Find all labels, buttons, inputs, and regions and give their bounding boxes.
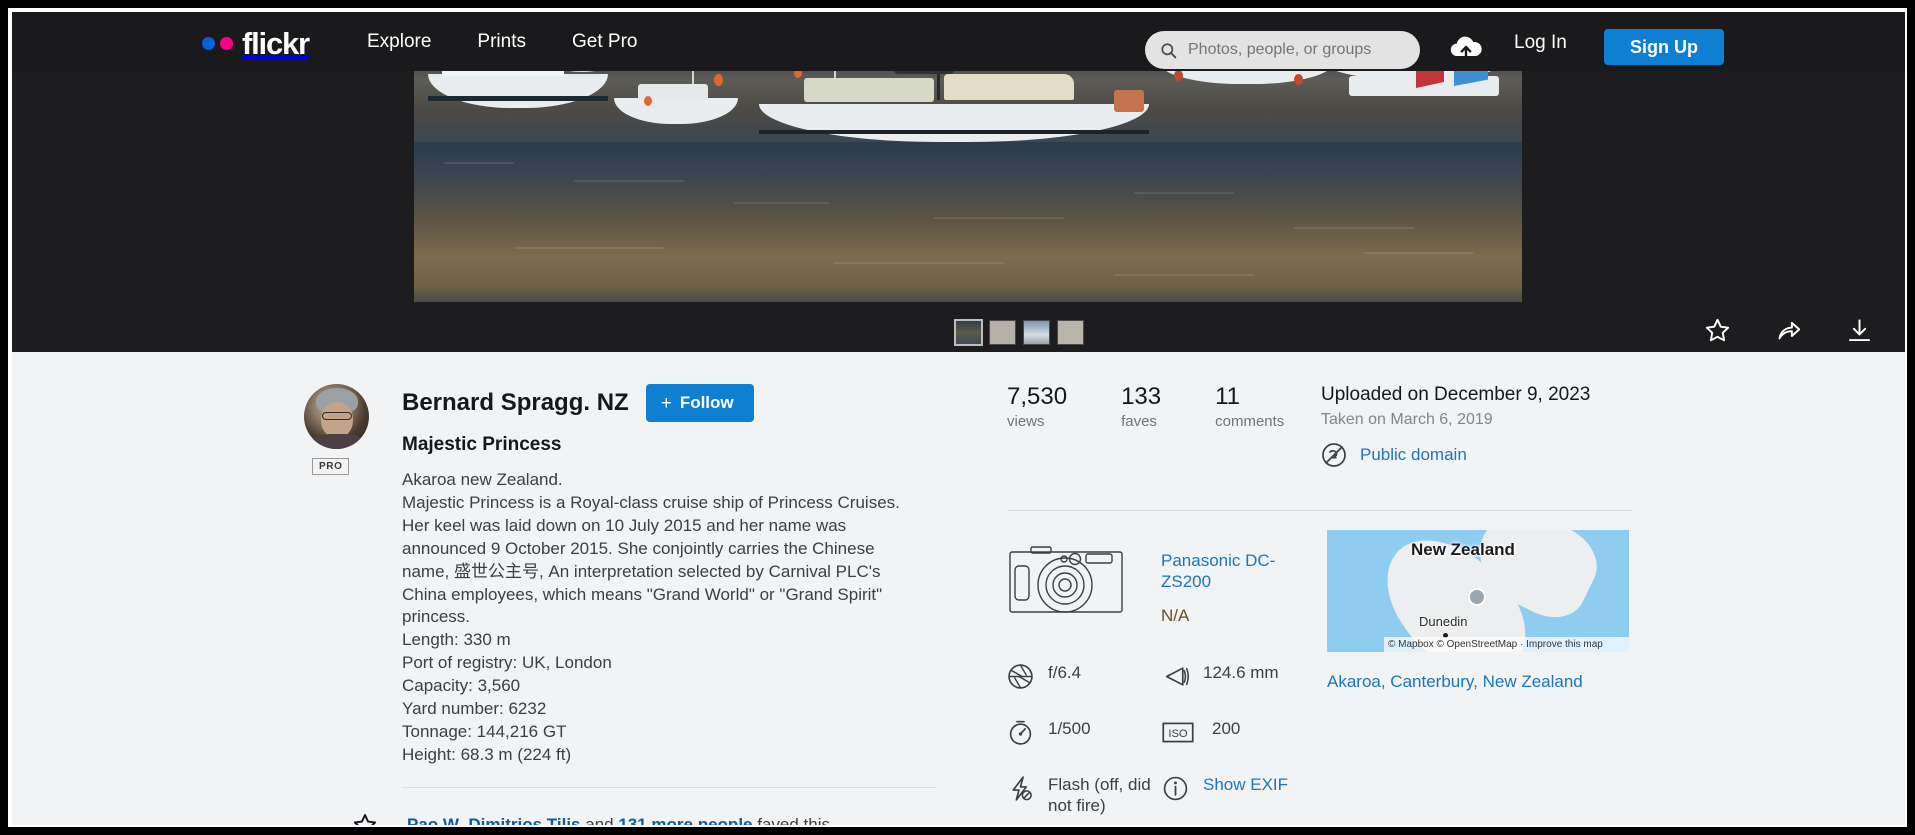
page-inner: flickr Explore Prints Get Pro Log In Sig… bbox=[12, 12, 1907, 827]
show-exif-link[interactable]: Show EXIF bbox=[1203, 774, 1288, 795]
stat-comments-label: comments bbox=[1215, 413, 1284, 430]
map-city-label: Dunedin bbox=[1419, 614, 1467, 629]
license-link[interactable]: Public domain bbox=[1360, 445, 1467, 465]
camera-block: Panasonic DC-ZS200 N/A bbox=[1007, 540, 1286, 626]
info-icon bbox=[1162, 775, 1189, 802]
exif-focal-length-value: 124.6 mm bbox=[1203, 662, 1279, 683]
show-exif-item: Show EXIF bbox=[1162, 774, 1337, 816]
camera-icon bbox=[1007, 540, 1125, 618]
exif-iso-value: 200 bbox=[1212, 718, 1240, 739]
map-block: New Zealand Dunedin © Mapbox © OpenStree… bbox=[1327, 530, 1629, 692]
plus-icon: + bbox=[661, 394, 672, 413]
exif-aperture: f/6.4 bbox=[1007, 662, 1162, 690]
avatar[interactable] bbox=[304, 384, 369, 449]
nav-prints[interactable]: Prints bbox=[477, 31, 526, 53]
thumbnail-item[interactable] bbox=[955, 320, 982, 345]
map-country-label: New Zealand bbox=[1411, 540, 1515, 560]
download-icon[interactable] bbox=[1846, 317, 1873, 344]
search-input[interactable] bbox=[1188, 41, 1406, 59]
stats-row: 7,530 views 133 faves 11 comments bbox=[1007, 384, 1338, 430]
faves-suffix: faved this bbox=[753, 815, 831, 827]
iso-icon: ISO bbox=[1162, 719, 1194, 746]
lens-focal-icon bbox=[1162, 663, 1189, 690]
stat-comments-number: 11 bbox=[1215, 384, 1284, 410]
stat-faves-number: 133 bbox=[1121, 384, 1161, 410]
faves-text: Pao W, Dimitrios Tilis and 131 more peop… bbox=[407, 815, 830, 827]
browser-page-frame: flickr Explore Prints Get Pro Log In Sig… bbox=[8, 8, 1907, 827]
thumbnail-item[interactable] bbox=[1057, 320, 1084, 345]
faves-divider bbox=[402, 787, 937, 788]
license-row: Public domain bbox=[1321, 442, 1467, 468]
exif-flash-value: Flash (off, did not fire) bbox=[1048, 774, 1156, 816]
login-link[interactable]: Log In bbox=[1514, 32, 1567, 54]
pro-badge: PRO bbox=[312, 458, 349, 475]
exif-aperture-value: f/6.4 bbox=[1048, 662, 1081, 683]
faves-separator: , bbox=[459, 815, 468, 827]
date-block: Uploaded on December 9, 2023 Taken on Ma… bbox=[1321, 384, 1590, 429]
taken-date: Taken on March 6, 2019 bbox=[1321, 411, 1590, 429]
camera-meta: Panasonic DC-ZS200 N/A bbox=[1161, 540, 1286, 626]
author-row: Bernard Spragg. NZ + Follow bbox=[402, 384, 754, 422]
svg-text:ISO: ISO bbox=[1168, 728, 1188, 740]
site-header: flickr Explore Prints Get Pro Log In Sig… bbox=[12, 12, 1907, 71]
search-icon bbox=[1159, 41, 1178, 60]
viewer-action-bar bbox=[1704, 317, 1873, 344]
exif-flash: Flash (off, did not fire) bbox=[1007, 774, 1162, 816]
map-attribution[interactable]: © Mapbox © OpenStreetMap · Improve this … bbox=[1384, 637, 1629, 652]
stat-faves-label: faves bbox=[1121, 413, 1161, 430]
signup-button[interactable]: Sign Up bbox=[1604, 29, 1724, 65]
faver-link-1[interactable]: Pao W bbox=[407, 815, 459, 827]
upload-cloud-icon[interactable] bbox=[1449, 34, 1483, 60]
star-icon bbox=[352, 812, 378, 827]
map-location-marker bbox=[1468, 588, 1486, 606]
search-box[interactable] bbox=[1145, 31, 1420, 69]
author-avatar-block: PRO bbox=[304, 384, 372, 475]
fave-icon[interactable] bbox=[1704, 317, 1731, 344]
meta-divider bbox=[1007, 510, 1632, 511]
public-domain-icon bbox=[1321, 442, 1347, 468]
nav-get-pro[interactable]: Get Pro bbox=[572, 31, 637, 53]
author-name-link[interactable]: Bernard Spragg. NZ bbox=[402, 389, 629, 417]
exif-focal-length: 124.6 mm bbox=[1162, 662, 1337, 690]
stat-faves[interactable]: 133 faves bbox=[1121, 384, 1161, 430]
geo-location-link[interactable]: Akaroa, Canterbury, New Zealand bbox=[1327, 672, 1629, 692]
follow-button[interactable]: + Follow bbox=[646, 384, 754, 422]
location-map[interactable]: New Zealand Dunedin © Mapbox © OpenStree… bbox=[1327, 530, 1629, 652]
thumbnail-item[interactable] bbox=[989, 320, 1016, 345]
stat-views-number: 7,530 bbox=[1007, 384, 1067, 410]
share-icon[interactable] bbox=[1775, 317, 1802, 344]
main-nav: Explore Prints Get Pro bbox=[367, 31, 637, 53]
faver-link-2[interactable]: Dimitrios Tilis bbox=[468, 815, 580, 827]
shutter-speed-icon bbox=[1007, 719, 1034, 746]
nav-explore[interactable]: Explore bbox=[367, 31, 431, 53]
thumbnail-strip[interactable] bbox=[955, 320, 1084, 345]
more-favers-link[interactable]: 131 more people bbox=[618, 815, 752, 827]
photo-description: Akaroa new Zealand. Majestic Princess is… bbox=[402, 469, 902, 767]
aperture-icon bbox=[1007, 663, 1034, 690]
exif-grid: f/6.4 124.6 mm bbox=[1007, 662, 1337, 816]
stat-views-label: views bbox=[1007, 413, 1067, 430]
exif-shutter-speed: 1/500 bbox=[1007, 718, 1162, 746]
logo-dots-icon bbox=[202, 37, 233, 50]
uploaded-date: Uploaded on December 9, 2023 bbox=[1321, 384, 1590, 406]
flickr-logo[interactable]: flickr bbox=[202, 28, 309, 59]
follow-button-label: Follow bbox=[680, 393, 734, 413]
camera-lens: N/A bbox=[1161, 606, 1286, 626]
stat-comments[interactable]: 11 comments bbox=[1215, 384, 1284, 430]
thumbnail-item[interactable] bbox=[1023, 320, 1050, 345]
stat-views[interactable]: 7,530 views bbox=[1007, 384, 1067, 430]
camera-model-link[interactable]: Panasonic DC-ZS200 bbox=[1161, 550, 1286, 592]
faves-summary-row: Pao W, Dimitrios Tilis and 131 more peop… bbox=[352, 812, 830, 827]
exif-shutter-speed-value: 1/500 bbox=[1048, 718, 1091, 739]
flash-icon bbox=[1007, 775, 1034, 802]
faves-conjunction: and bbox=[581, 815, 619, 827]
exif-iso: ISO 200 bbox=[1162, 718, 1337, 746]
photo-detail-area: PRO Bernard Spragg. NZ + Follow Majestic… bbox=[12, 352, 1907, 827]
logo-text: flickr bbox=[242, 28, 309, 59]
page-title: Majestic Princess bbox=[402, 434, 561, 456]
